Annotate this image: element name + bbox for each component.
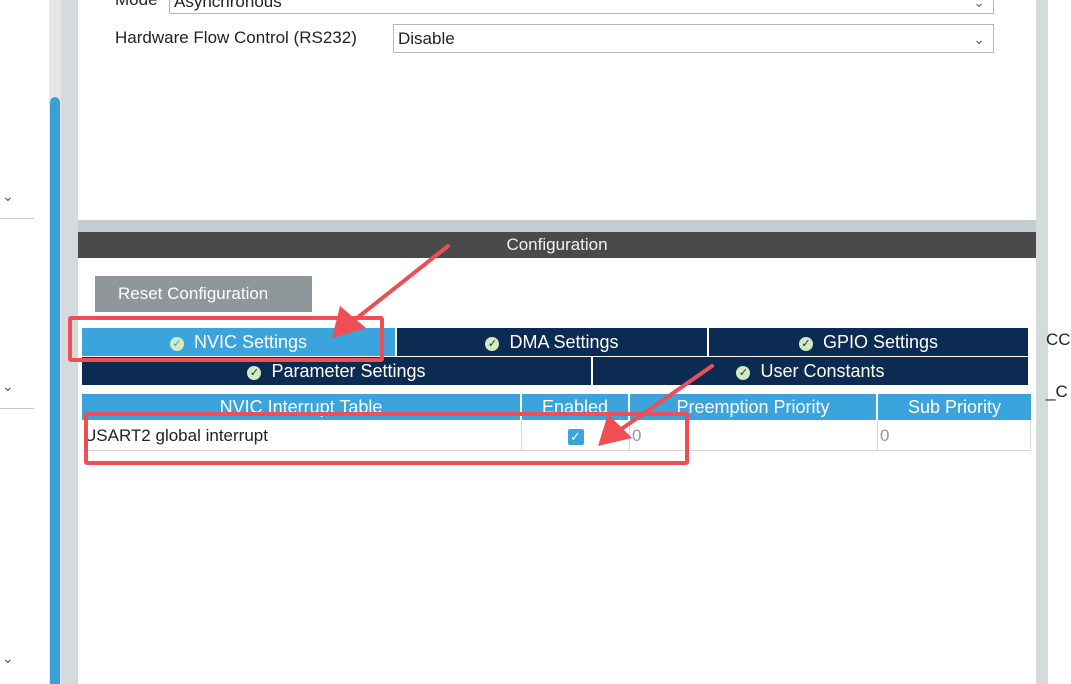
- splitter[interactable]: [78, 220, 1036, 232]
- tab-label: GPIO Settings: [822, 332, 939, 352]
- mode-select[interactable]: Asynchronous ⌄: [169, 0, 994, 14]
- tab-gpio-settings[interactable]: ✓ GPIO Settings: [709, 328, 1028, 356]
- chevron-down-icon: ⌄: [973, 0, 985, 10]
- annotation-box: [84, 412, 689, 465]
- scrollbar-thumb[interactable]: [50, 97, 60, 684]
- check-circle-icon: ✓: [247, 366, 262, 380]
- hardware-flow-value: Disable: [398, 29, 455, 48]
- check-circle-icon: ✓: [736, 366, 751, 380]
- column-header-sub-priority[interactable]: Sub Priority: [878, 394, 1031, 420]
- check-circle-icon: ✓: [485, 337, 500, 351]
- right-edge-text: _C: [1046, 382, 1068, 401]
- chevron-down-icon[interactable]: ⌄: [2, 378, 22, 394]
- tab-user-constants[interactable]: ✓ User Constants: [593, 357, 1028, 385]
- chevron-down-icon: ⌄: [973, 31, 985, 47]
- check-circle-icon: ✓: [798, 337, 813, 351]
- mode-label: Mode: [115, 0, 158, 10]
- sub-priority-cell[interactable]: 0: [878, 421, 1031, 451]
- tab-label: Parameter Settings: [271, 361, 426, 381]
- divider: [0, 218, 34, 219]
- hardware-flow-select[interactable]: Disable ⌄: [393, 24, 994, 53]
- mode-value: Asynchronous: [174, 0, 282, 11]
- tab-label: User Constants: [760, 361, 885, 381]
- tab-label: DMA Settings: [509, 332, 619, 352]
- chevron-down-icon[interactable]: ⌄: [2, 650, 22, 666]
- configuration-header: Configuration: [78, 232, 1036, 258]
- right-edge-text: CC: [1046, 330, 1071, 349]
- reset-configuration-button[interactable]: Reset Configuration: [95, 276, 312, 312]
- divider: [0, 408, 34, 409]
- tab-dma-settings[interactable]: ✓ DMA Settings: [397, 328, 709, 356]
- left-panel: [0, 0, 50, 684]
- chevron-down-icon[interactable]: ⌄: [2, 188, 22, 204]
- hardware-flow-label: Hardware Flow Control (RS232): [115, 28, 357, 47]
- annotation-box: [68, 316, 384, 362]
